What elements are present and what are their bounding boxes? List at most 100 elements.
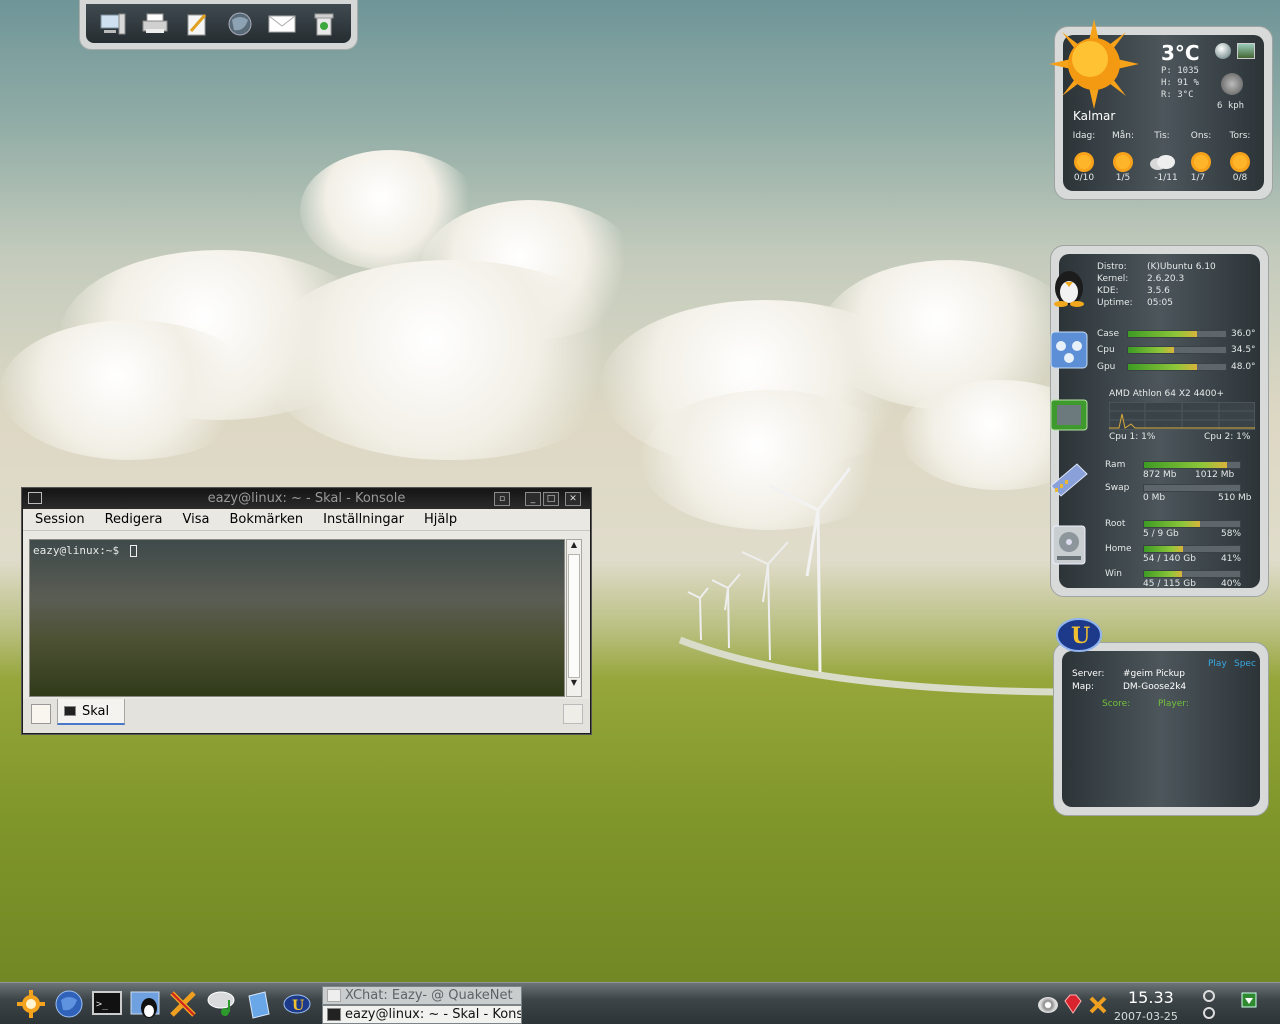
memory-icon [1050,463,1088,497]
music-icon[interactable] [204,987,238,1021]
gpu-temp-label: Gpu [1097,362,1116,372]
browser-globe-icon[interactable] [52,987,86,1021]
swap-bar [1143,484,1241,492]
case-temp-bar [1127,330,1227,338]
download-icon[interactable] [1240,991,1258,1009]
tab-skal[interactable]: Skal [57,699,125,725]
svg-text:U: U [1071,623,1090,649]
home-disk-label: Home [1105,544,1132,554]
forecast-day-label: Tis: [1154,131,1170,141]
menu-edit[interactable]: Redigera [105,512,163,527]
task-button-xchat[interactable]: XChat: Eazy- @ QuakeNet [322,986,522,1005]
forecast-range: 0/8 [1232,173,1248,183]
weather-realfeel: R: 3°C [1161,90,1194,100]
notes-icon[interactable] [182,9,212,39]
minimize-button[interactable]: _ [525,492,541,506]
clock-date[interactable]: 2007-03-25 [1114,1010,1178,1023]
terminal-icon[interactable]: >_ [90,987,124,1021]
weather-humidity: H: 91 % [1161,78,1199,88]
sun-icon [1104,149,1142,175]
tux-icon [1054,271,1084,307]
map-label: Map: [1072,682,1095,692]
ram-label: Ram [1105,460,1126,470]
cpu-load-graph [1109,402,1255,430]
menu-session[interactable]: Session [35,512,85,527]
win-disk-fill [1144,571,1183,577]
server-label: Server: [1072,669,1105,679]
globe-icon[interactable] [1215,43,1231,59]
cpu-temp-fill [1128,347,1175,353]
konsole-window: eazy@linux: ~ - Skal - Konsole ▫ _ □ ✕ S… [22,488,591,734]
ram-fill [1144,462,1227,468]
forecast-day-label: Idag: [1072,131,1096,141]
svg-text:U: U [292,998,304,1014]
browser-icon[interactable] [225,9,255,39]
printer-icon[interactable] [140,9,170,39]
window-title: eazy@linux: ~ - Skal - Konsole [207,491,406,506]
task-label: eazy@linux: ~ - Skal - Konsole [345,1007,521,1022]
maximize-button[interactable]: □ [543,492,559,506]
terminal-area[interactable]: eazy@linux:~$ [29,539,565,697]
ram-used: 872 Mb [1143,470,1177,480]
menu-bookmarks[interactable]: Bokmärken [229,512,303,527]
distro-value: (K)Ubuntu 6.10 [1147,262,1216,272]
case-temp-fill [1128,331,1197,337]
kmenu-icon[interactable] [14,987,48,1021]
weather-pressure: P: 1035 [1161,66,1199,76]
server-value: #geim Pickup [1123,669,1185,679]
task-button-konsole[interactable]: eazy@linux: ~ - Skal - Konsole [322,1005,522,1024]
menu-view[interactable]: Visa [182,512,209,527]
shell-prompt: eazy@linux:~$ [33,544,120,557]
root-disk-fill [1144,521,1200,527]
weather-widget: 3°C P: 1035 H: 91 % R: 3°C 6 kph Kalmar … [1049,19,1273,200]
computer-icon[interactable] [98,9,128,39]
clock-time[interactable]: 15.33 [1128,988,1174,1007]
root-disk-usage: 5 / 9 Gb [1143,529,1179,539]
terminal-icon[interactable] [28,492,42,504]
sun-icon [1221,149,1259,175]
ruby-gem-icon[interactable] [1062,993,1084,1015]
close-button[interactable]: ✕ [565,492,581,506]
play-link[interactable]: Play [1208,659,1227,669]
spec-link[interactable]: Spec [1234,659,1256,669]
unreal-icon[interactable]: U [280,987,314,1021]
xchat-icon[interactable] [166,987,200,1021]
text-cursor [129,545,137,557]
scrollbar[interactable]: ▲ ▼ [566,539,582,697]
photo-icon[interactable] [1237,43,1255,59]
sticky-button[interactable]: ▫ [494,492,510,506]
mail-icon[interactable] [267,9,297,39]
scroll-thumb[interactable] [568,554,580,678]
swap-label: Swap [1105,483,1130,493]
kde-value: 3.5.6 [1147,286,1170,296]
menu-help[interactable]: Hjälp [424,512,457,527]
gpu-temp-bar [1127,363,1227,371]
trash-icon[interactable] [309,9,339,39]
power-icon[interactable] [1203,990,1215,1002]
new-session-icon[interactable] [31,704,51,724]
forecast-range: 1/5 [1115,173,1131,183]
window-titlebar[interactable]: eazy@linux: ~ - Skal - Konsole ▫ _ □ ✕ [23,489,590,509]
win-disk-bar [1143,570,1241,578]
tab-bar: Skal [23,699,590,733]
weather-wind: 6 kph [1217,101,1245,111]
speaker-icon[interactable] [1038,997,1058,1013]
root-disk-bar [1143,520,1241,528]
weather-city: Kalmar [1073,109,1116,123]
terminal-tab-icon [64,706,76,716]
forecast-day-label: Ons: [1190,131,1212,141]
files-icon[interactable] [242,987,276,1021]
scroll-down-arrow-icon[interactable]: ▼ [567,678,581,692]
scroll-up-arrow-icon[interactable]: ▲ [567,540,581,554]
lock-icon[interactable] [1203,1007,1215,1019]
xchat-tray-icon[interactable] [1088,995,1108,1015]
menu-settings[interactable]: Inställningar [323,512,404,527]
system-monitor-widget: Distro: (K)Ubuntu 6.10 Kernel: 2.6.20.3 … [1050,245,1269,597]
case-temp-value: 36.0° [1231,329,1256,339]
sun-icon [1065,149,1103,175]
game-server-widget: Play Spec Server: #geim Pickup Map: DM-G… [1053,642,1269,816]
close-session-icon[interactable] [563,704,583,724]
tux-icon[interactable] [128,987,162,1021]
cpu2-load: Cpu 2: 1% [1204,432,1251,442]
menubar: Session Redigera Visa Bokmärken Inställn… [23,509,590,531]
